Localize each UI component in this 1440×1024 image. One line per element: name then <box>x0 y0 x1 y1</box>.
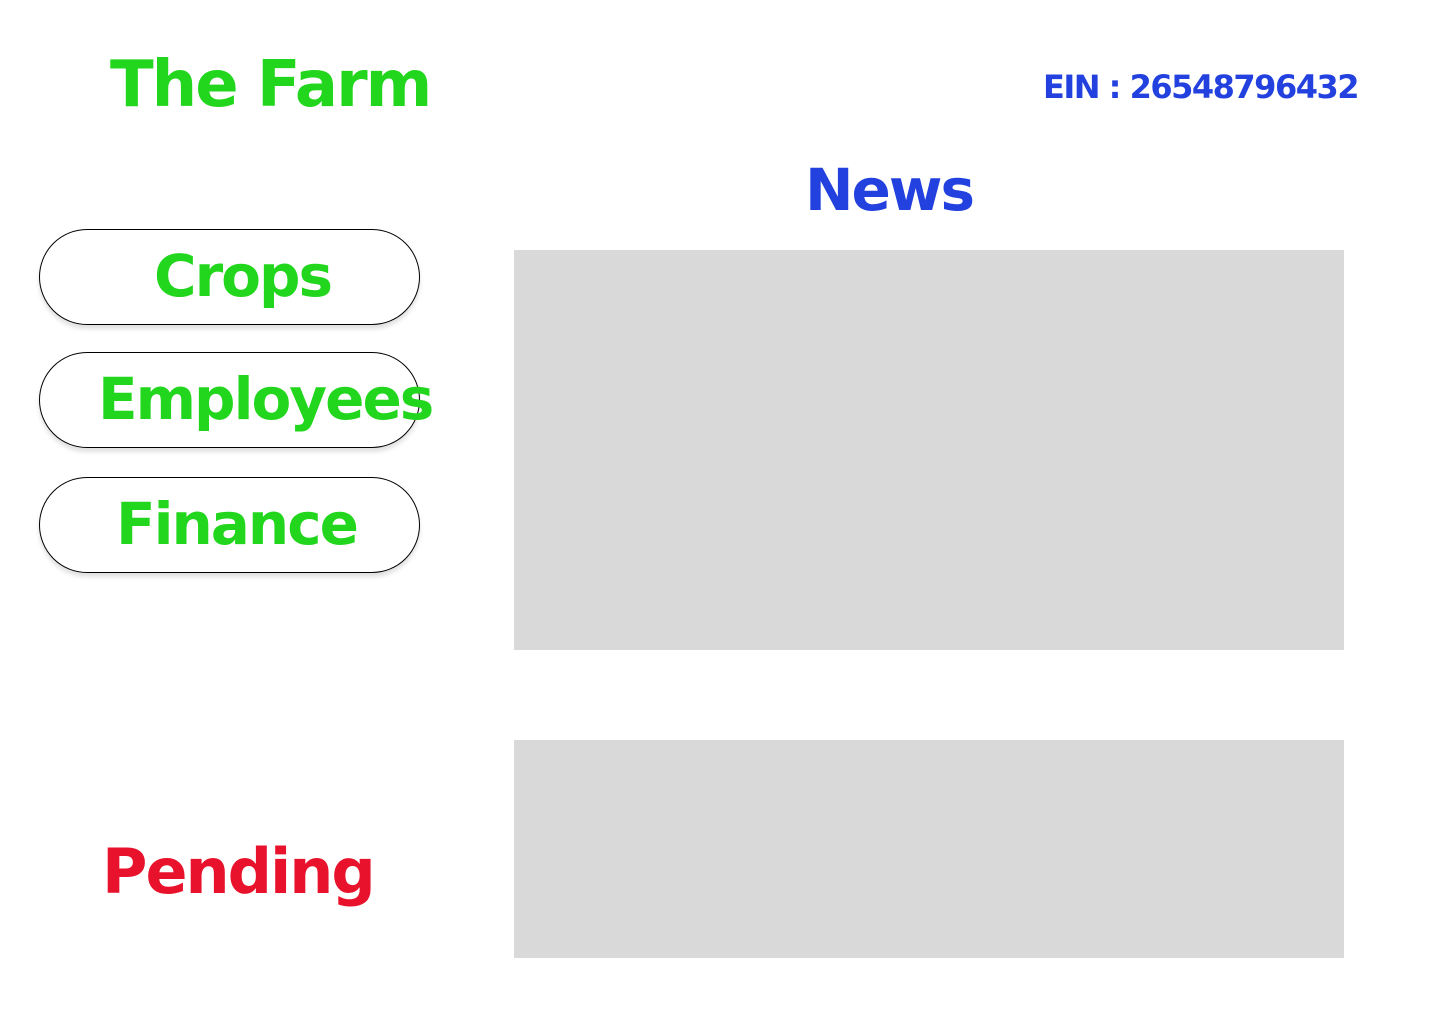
pending-label: Pending <box>102 835 376 908</box>
app-title: The Farm <box>110 48 432 122</box>
crops-button-label: Crops <box>154 241 333 310</box>
pending-panel <box>514 740 1344 958</box>
finance-button[interactable]: Finance <box>39 477 420 573</box>
crops-button[interactable]: Crops <box>39 229 420 325</box>
employees-button-label: Employees <box>98 364 434 433</box>
employees-button[interactable]: Employees <box>39 352 434 448</box>
ein-label: EIN : 26548796432 <box>1042 68 1360 106</box>
news-panel <box>514 250 1344 650</box>
news-heading: News <box>805 156 975 224</box>
finance-button-label: Finance <box>116 489 359 558</box>
